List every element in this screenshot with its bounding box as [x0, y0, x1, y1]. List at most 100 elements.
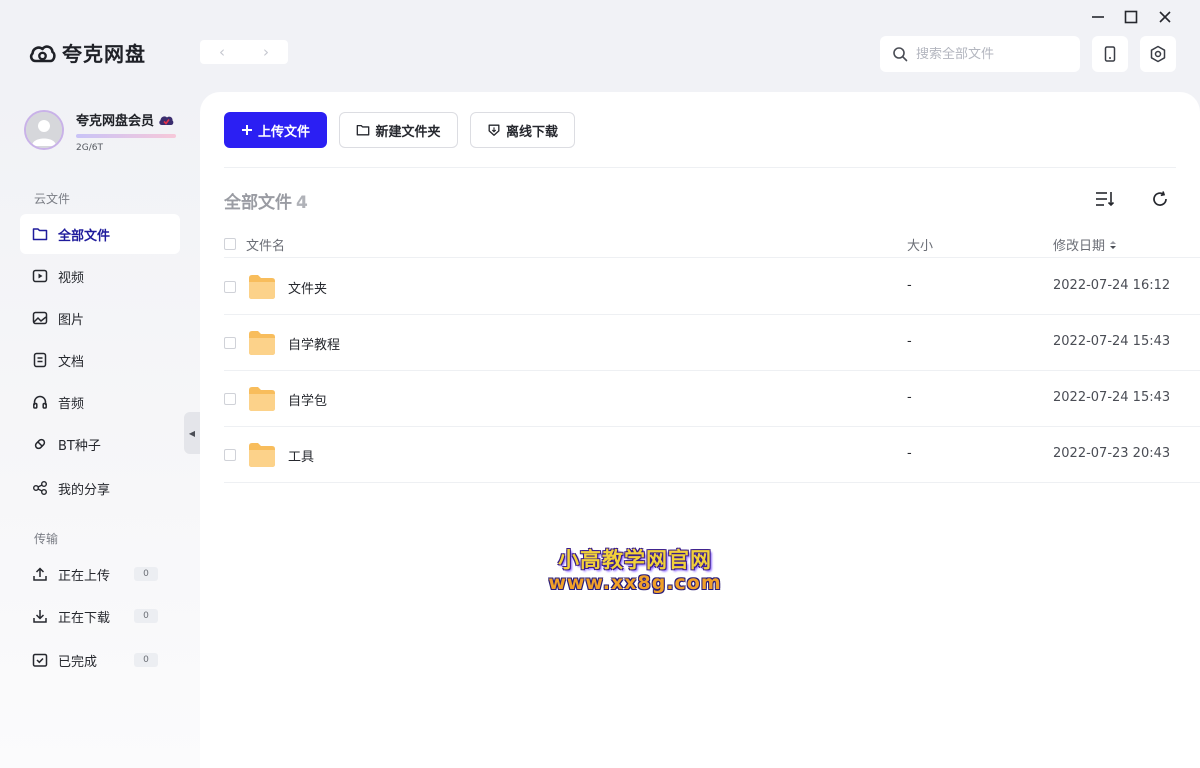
row-checkbox[interactable]: [224, 449, 236, 461]
upload-button[interactable]: 上传文件: [224, 112, 327, 148]
document-icon: [33, 352, 47, 368]
mobile-button[interactable]: [1092, 36, 1128, 72]
phone-icon: [1104, 46, 1116, 62]
upload-count-badge: 0: [134, 567, 158, 581]
column-name[interactable]: 文件名: [246, 235, 285, 254]
sidebar-item-my-share[interactable]: 我的分享: [20, 468, 180, 508]
video-icon: [32, 269, 48, 283]
folder-file-icon: [249, 443, 275, 467]
search-icon: [893, 47, 908, 62]
column-date-label: 修改日期: [1053, 239, 1106, 254]
sidebar-item-documents[interactable]: 文档: [20, 340, 180, 380]
file-name: 自学包: [288, 394, 328, 409]
gear-icon: [1150, 45, 1166, 63]
folder-file-icon: [249, 331, 275, 355]
table-header: 文件名 大小 修改日期: [224, 232, 1200, 258]
user-name: 夸克网盘会员: [76, 110, 176, 129]
sort-icon: [1096, 192, 1115, 207]
sidebar-item-label: 全部文件: [58, 228, 111, 244]
sidebar-item-all-files[interactable]: 全部文件: [20, 214, 180, 254]
sidebar-item-video[interactable]: 视频: [20, 256, 180, 296]
history-nav: ‹ ›: [200, 40, 288, 64]
table-row[interactable]: 文件夹 - 2022-07-24 16:12: [224, 259, 1200, 315]
sidebar-item-label: 视频: [58, 270, 85, 286]
avatar[interactable]: [24, 110, 64, 150]
select-all-checkbox[interactable]: [224, 238, 236, 250]
minimize-button[interactable]: [1087, 8, 1109, 26]
row-checkbox[interactable]: [224, 337, 236, 349]
sidebar-item-label: 正在下载: [58, 610, 111, 626]
app-logo: 夸克网盘: [28, 38, 146, 67]
sidebar-item-label: 图片: [58, 312, 85, 328]
refresh-button[interactable]: [1149, 188, 1171, 210]
search-box[interactable]: [880, 36, 1080, 72]
breadcrumb-title: 全部文件: [224, 193, 292, 213]
watermark-url: www.xx8g.com: [548, 572, 722, 594]
column-size[interactable]: 大小: [907, 235, 933, 254]
completed-count-badge: 0: [134, 653, 158, 667]
settings-button[interactable]: [1140, 36, 1176, 72]
offline-download-button[interactable]: 离线下载: [470, 112, 575, 148]
sidebar-item-downloading[interactable]: 正在下载 0: [20, 596, 180, 636]
sidebar-collapse-handle[interactable]: ◀: [184, 412, 200, 454]
minimize-icon: [1092, 16, 1104, 18]
transfer-section-title: 传输: [34, 532, 59, 546]
sidebar-item-uploading[interactable]: 正在上传 0: [20, 554, 180, 594]
file-date: 2022-07-24 16:12: [1053, 278, 1171, 293]
download-count-badge: 0: [134, 609, 158, 623]
completed-icon: [32, 653, 48, 667]
sidebar-item-label: 我的分享: [58, 482, 111, 498]
close-button[interactable]: [1154, 8, 1176, 26]
file-name: 文件夹: [288, 282, 328, 297]
file-size: -: [907, 390, 912, 405]
plus-icon: [241, 125, 252, 135]
download-icon: [33, 610, 47, 623]
file-size: -: [907, 334, 912, 349]
maximize-icon: [1124, 10, 1138, 24]
offline-download-label: 离线下载: [505, 124, 558, 140]
main-panel: 上传文件 新建文件夹 离线下载 全部文件 4 文件名 大小 修改日期 文件夹 - …: [200, 92, 1200, 768]
upload-icon: [33, 567, 47, 581]
sidebar-item-images[interactable]: 图片: [20, 298, 180, 338]
image-icon: [32, 311, 48, 325]
vip-cloud-icon: [159, 115, 174, 125]
column-date[interactable]: 修改日期: [1053, 235, 1117, 254]
file-count: 4: [296, 193, 308, 213]
magnet-icon: [34, 438, 46, 450]
app-name: 夸克网盘: [62, 42, 146, 66]
new-folder-button[interactable]: 新建文件夹: [339, 112, 458, 148]
folder-file-icon: [249, 387, 275, 411]
file-date: 2022-07-23 20:43: [1053, 446, 1171, 461]
sort-button[interactable]: [1094, 188, 1116, 210]
sort-toggle-icon: [1110, 240, 1117, 249]
search-input[interactable]: [916, 46, 1066, 62]
sidebar-item-label: BT种子: [58, 438, 101, 454]
table-row[interactable]: 工具 - 2022-07-23 20:43: [224, 427, 1200, 483]
row-checkbox[interactable]: [224, 281, 236, 293]
watermark: 小高教学网官网 www.xx8g.com: [540, 544, 730, 594]
back-arrow-icon[interactable]: ‹: [219, 43, 225, 61]
maximize-button[interactable]: [1120, 8, 1142, 26]
file-date: 2022-07-24 15:43: [1053, 334, 1171, 349]
sidebar-item-label: 文档: [58, 354, 85, 370]
breadcrumb: 全部文件 4: [224, 188, 308, 213]
sidebar-item-bt[interactable]: BT种子: [20, 424, 180, 464]
row-checkbox[interactable]: [224, 393, 236, 405]
sidebar-item-label: 音频: [58, 396, 85, 412]
user-name-text: 夸克网盘会员: [76, 114, 155, 129]
file-date: 2022-07-24 15:43: [1053, 390, 1171, 405]
sidebar-item-completed[interactable]: 已完成 0: [20, 640, 180, 680]
upload-button-label: 上传文件: [257, 124, 310, 140]
file-size: -: [907, 278, 912, 293]
collapse-arrow-icon: ◀: [188, 428, 196, 438]
forward-arrow-icon[interactable]: ›: [263, 43, 269, 61]
table-row[interactable]: 自学包 - 2022-07-24 15:43: [224, 371, 1200, 427]
user-placeholder-icon: [26, 112, 62, 148]
cloud-download-icon: [488, 124, 500, 136]
table-row[interactable]: 自学教程 - 2022-07-24 15:43: [224, 315, 1200, 371]
toolbar-divider: [224, 167, 1176, 168]
folder-file-icon: [249, 275, 275, 299]
sidebar-item-audio[interactable]: 音频: [20, 382, 180, 422]
sidebar-item-label: 已完成: [58, 654, 98, 670]
user-panel[interactable]: 夸克网盘会员 2G/6T: [24, 110, 176, 153]
